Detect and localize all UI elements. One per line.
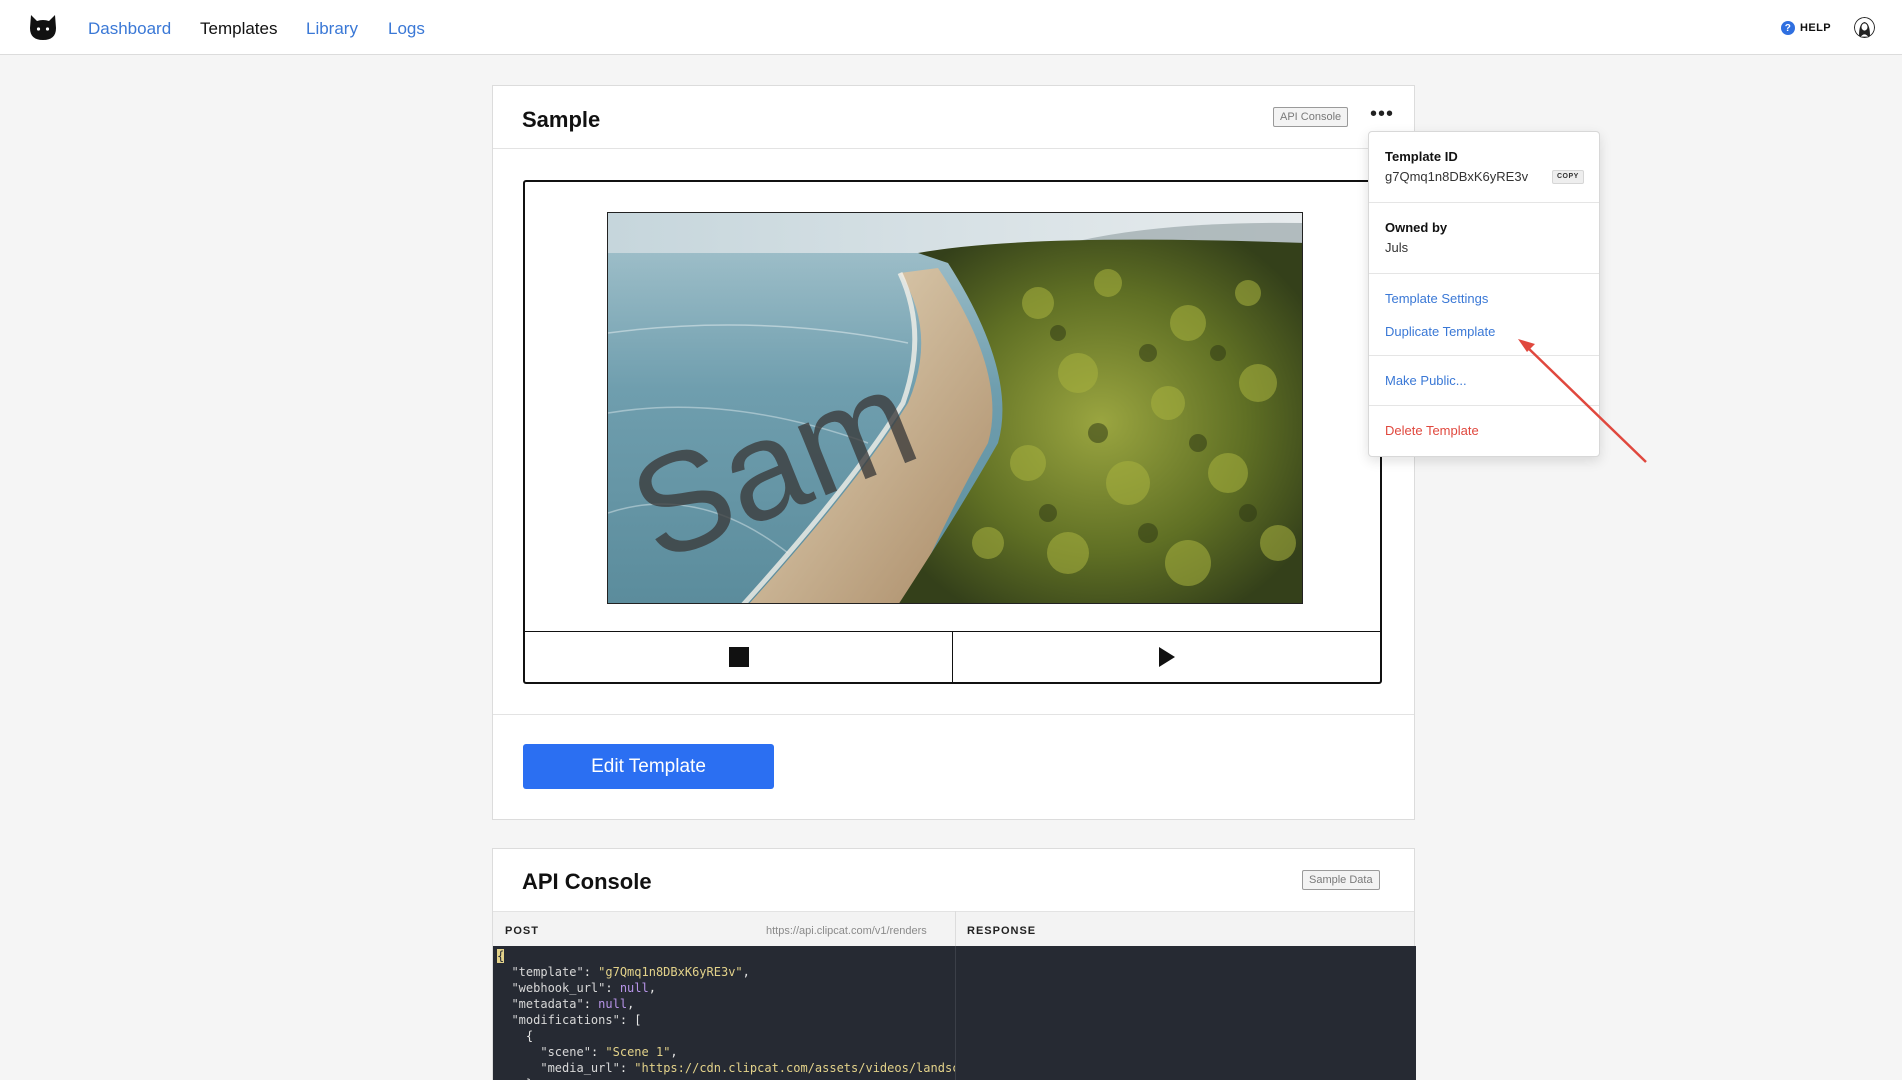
response-panel — [955, 946, 1416, 1080]
api-console-title: API Console — [522, 869, 652, 894]
nav-library[interactable]: Library — [306, 19, 358, 39]
stop-icon — [728, 647, 749, 667]
owner-name: Juls — [1385, 240, 1409, 255]
copy-id-button[interactable]: COPY — [1552, 170, 1584, 184]
danger-section: Delete Template — [1369, 405, 1599, 457]
template-options-menu: Template ID g7Qmq1n8DBxK6yRE3v COPY Owne… — [1368, 131, 1600, 457]
play-icon — [1158, 647, 1175, 667]
card-divider — [493, 148, 1414, 149]
visibility-section: Make Public... — [1369, 355, 1599, 405]
post-label: POST — [505, 925, 539, 937]
question-circle-icon: ? — [1781, 21, 1795, 35]
api-console-header: POST https://api.clipcat.com/v1/renders … — [493, 911, 1414, 946]
template-id-label: Template ID — [1385, 149, 1458, 164]
response-label: RESPONSE — [967, 925, 1037, 937]
nav-templates[interactable]: Templates — [200, 19, 277, 39]
nav-dashboard[interactable]: Dashboard — [88, 19, 171, 39]
stop-button[interactable] — [525, 632, 952, 682]
help-label: HELP — [1800, 22, 1831, 34]
api-console-card: API Console Sample Data POST https://api… — [492, 848, 1416, 1080]
video-player: Sam — [523, 180, 1382, 684]
sample-data-button[interactable]: Sample Data — [1302, 870, 1380, 890]
top-navigation: Dashboard Templates Library Logs ? HELP — [0, 0, 1902, 55]
template-card: Sample API Console ••• Sam Edit Template — [492, 85, 1415, 820]
cat-logo-icon[interactable] — [29, 14, 57, 41]
avatar-icon — [1854, 17, 1875, 38]
beach-video-frame: Sam — [608, 213, 1302, 603]
api-console-tag[interactable]: API Console — [1273, 107, 1349, 127]
video-preview[interactable]: Sam — [607, 212, 1303, 604]
template-title: Sample — [522, 107, 601, 132]
delete-template-link[interactable]: Delete Template — [1385, 423, 1479, 438]
card-divider — [493, 714, 1414, 715]
make-public-link[interactable]: Make Public... — [1385, 373, 1467, 388]
play-button[interactable] — [952, 632, 1380, 682]
owned-by-label: Owned by — [1385, 220, 1448, 235]
actions-section: Template Settings Duplicate Template — [1369, 273, 1599, 355]
user-avatar[interactable] — [1854, 17, 1875, 38]
template-id-value: g7Qmq1n8DBxK6yRE3v — [1385, 169, 1529, 184]
help-button[interactable]: ? HELP — [1781, 20, 1831, 36]
nav-logs[interactable]: Logs — [388, 19, 425, 39]
ellipsis-icon[interactable]: ••• — [1369, 104, 1395, 126]
template-settings-link[interactable]: Template Settings — [1385, 291, 1488, 306]
column-separator — [955, 911, 956, 946]
duplicate-template-link[interactable]: Duplicate Template — [1385, 324, 1495, 339]
owner-section: Owned by Juls — [1369, 202, 1599, 273]
request-code-editor[interactable]: { "template": "g7Qmq1n8DBxK6yRE3v", "web… — [493, 946, 955, 1080]
edit-template-button[interactable]: Edit Template — [523, 744, 774, 789]
player-controls — [525, 631, 1380, 682]
endpoint-url: https://api.clipcat.com/v1/renders — [766, 925, 927, 937]
